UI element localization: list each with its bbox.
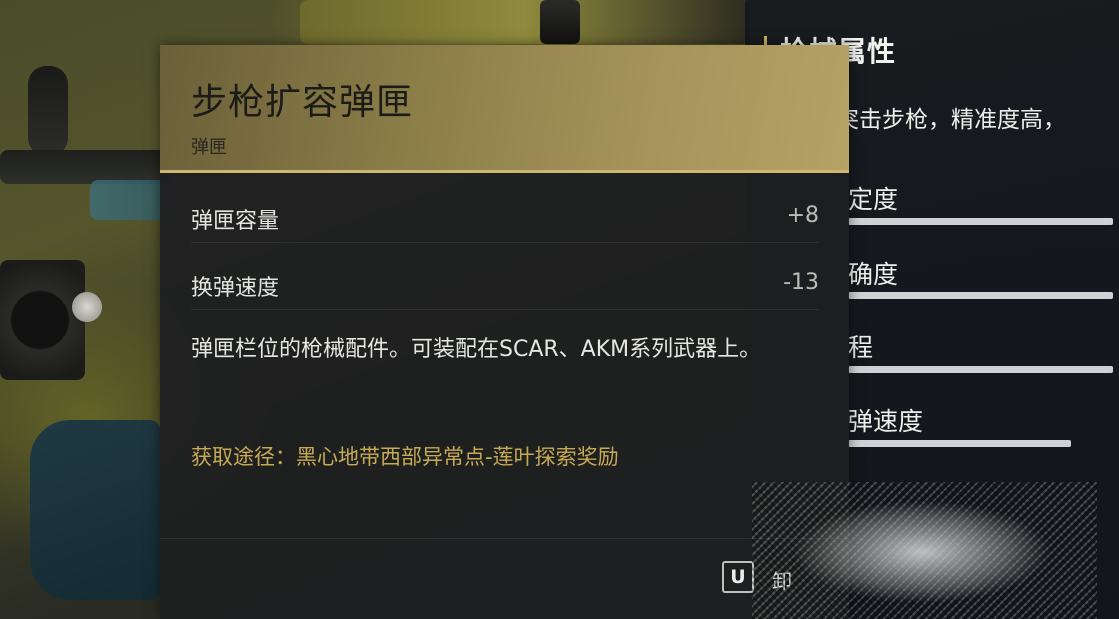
stat-label-stability: 定度: [848, 185, 899, 214]
weapon-description: R突击步枪，精准度高，: [820, 107, 1066, 133]
stat-bar-reload-speed: [848, 440, 1071, 447]
stat-bar-stability: [848, 218, 1113, 225]
stat-row-label: 换弹速度: [191, 276, 280, 301]
attachment-tooltip-card: 步枪扩容弹匣 弹匣 弹匣容量 +8 换弹速度 -13 弹匣栏位的枪械配件。可装配…: [160, 45, 849, 619]
item-description: 弹匣栏位的枪械配件。可装配在SCAR、AKM系列武器上。: [191, 337, 762, 362]
unequip-key-button[interactable]: U: [722, 561, 754, 593]
watermark-noise: [752, 482, 1097, 619]
card-header: 步枪扩容弹匣 弹匣: [160, 45, 849, 173]
card-divider: [160, 538, 849, 539]
stat-bar-range: [848, 366, 1113, 373]
stat-label-accuracy: 确度: [848, 260, 899, 289]
stat-row-magazine-capacity: 弹匣容量 +8: [191, 183, 819, 243]
weapon-barrel: [0, 260, 85, 380]
weapon-body: [30, 420, 160, 600]
stat-row-value: -13: [783, 270, 819, 295]
stat-label-reload-speed: 弹速度: [848, 407, 924, 436]
item-type: 弹匣: [191, 137, 227, 158]
weapon-bolt: [540, 0, 580, 44]
weapon-dot: [72, 292, 102, 322]
stat-bar-accuracy: [848, 292, 1113, 299]
header-underline: [160, 170, 849, 173]
stat-row-reload-speed: 换弹速度 -13: [191, 250, 819, 310]
weapon-top-rail: [300, 0, 750, 44]
weapon-side-rail: [0, 150, 170, 184]
item-title: 步枪扩容弹匣: [191, 82, 414, 123]
stat-row-value: +8: [786, 203, 819, 228]
item-source: 获取途径：黑心地带西部异常点-莲叶探索奖励: [191, 445, 619, 469]
weapon-stripe: [90, 180, 170, 220]
weapon-knob: [28, 66, 68, 156]
stat-row-label: 弹匣容量: [191, 209, 280, 234]
stat-label-range: 程: [848, 333, 874, 362]
